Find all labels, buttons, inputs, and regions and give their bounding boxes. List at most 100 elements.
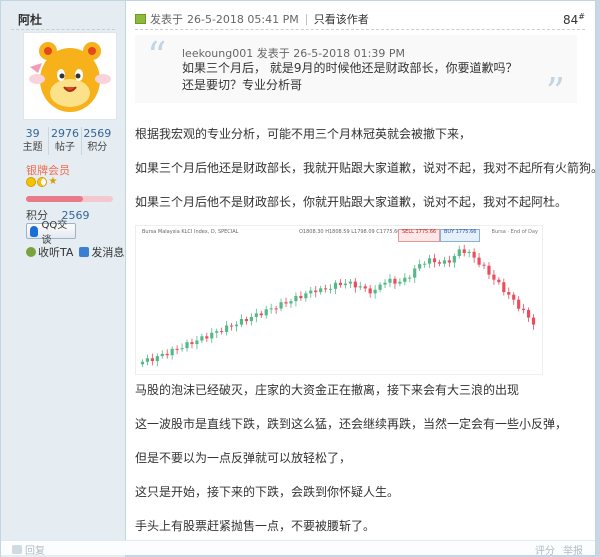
candle-body xyxy=(467,251,471,253)
candle-body xyxy=(487,265,491,275)
candle-body xyxy=(403,277,407,282)
follow-label: 收听TA xyxy=(38,246,74,259)
report-button[interactable]: 举报 xyxy=(563,542,583,557)
candle-body xyxy=(314,290,318,293)
post-paragraph: 但是不要以为一点反弹就可以放轻松了， xyxy=(135,451,352,465)
stock-chart-image[interactable]: Bursa Malaysia KLCI Index, D, SPECIAL O1… xyxy=(135,225,543,375)
candle-body xyxy=(239,319,244,325)
sell-label: SELL xyxy=(402,229,414,235)
qq-chat-label: QQ交谈 xyxy=(41,220,68,246)
candle-body xyxy=(452,256,456,263)
divider xyxy=(305,13,307,25)
candle-body xyxy=(165,353,169,356)
rate-button[interactable]: 评分 xyxy=(535,542,555,557)
candle-body xyxy=(289,301,293,304)
candle-body xyxy=(195,340,199,345)
buy-box[interactable]: BUY 1775.66 xyxy=(440,229,481,242)
candle-body xyxy=(304,293,308,299)
stat-label: 帖子 xyxy=(54,142,75,153)
candle-body xyxy=(145,358,150,362)
posted-time: 26-5-2018 05:41 PM xyxy=(187,12,299,26)
candle-body xyxy=(180,348,184,350)
post-paragraph: 如果三个月后他还是财政部长，我就开贴跟大家道歉，说对不起，我对不起所有火箭狗。 xyxy=(135,161,600,175)
candle-body xyxy=(309,290,313,294)
quote-text: 如果三个月后， 就是9月的时候他还是财政部长，你要道歉吗？ 还是要切？专业分析哥 xyxy=(182,61,518,92)
floor-number[interactable]: 84# xyxy=(563,12,585,27)
open-quote-icon: “ xyxy=(147,34,167,78)
candle-body xyxy=(482,264,486,266)
stat-posts[interactable]: 2976 帖子 xyxy=(48,127,80,155)
floor-value: 84 xyxy=(563,12,579,27)
sun-rank-icon xyxy=(26,177,36,187)
stat-label: 主题 xyxy=(22,142,43,153)
candle-body xyxy=(279,302,283,309)
candle-body xyxy=(507,292,511,295)
sell-box[interactable]: SELL 1775.66 xyxy=(398,229,441,242)
candle-body xyxy=(249,316,253,322)
candle-body xyxy=(418,264,422,269)
candle-body xyxy=(447,260,451,263)
author-only-link[interactable]: 只看该作者 xyxy=(314,11,369,27)
post-header: 发表于 26-5-2018 05:41 PM 只看该作者 84# xyxy=(135,10,585,28)
buy-price: 1775.66 xyxy=(455,229,477,235)
candle-body xyxy=(353,281,357,288)
qq-penguin-avatar-icon xyxy=(29,42,111,112)
candle-body xyxy=(299,295,303,299)
username[interactable]: 阿杜 xyxy=(18,11,42,28)
candle-body xyxy=(140,361,145,365)
sell-price: 1775.66 xyxy=(415,229,437,235)
quote-posted-time: 26-5-2018 01:39 PM xyxy=(293,47,405,60)
candle-body xyxy=(531,317,536,325)
user-stats: 39 主题 2976 帖子 2569 积分 xyxy=(17,127,113,155)
post-paragraph: 这一波股市是直线下跌，跌到这么猛，还会继续再跌，当然一定会有一些小反弹， xyxy=(135,417,568,431)
candle-body xyxy=(319,288,323,293)
candle-body xyxy=(338,282,343,286)
candle-body xyxy=(368,288,372,294)
stat-topics[interactable]: 39 主题 xyxy=(17,127,48,155)
candle-body xyxy=(190,342,194,345)
stat-credits[interactable]: 2569 积分 xyxy=(80,127,113,155)
candle-body xyxy=(512,294,516,300)
candle-body xyxy=(170,348,174,356)
message-label: 发消息 xyxy=(91,246,125,259)
star-rank-icon: ★ xyxy=(48,176,58,187)
stat-label: 积分 xyxy=(87,142,108,153)
quote-posted-prefix: 发表于 xyxy=(256,47,290,60)
stat-value: 2569 xyxy=(83,127,112,140)
candle-body xyxy=(324,288,328,290)
candle-body xyxy=(205,336,209,339)
quote-block: “ leekoung001 发表于 26-5-2018 01:39 PM 如果三… xyxy=(135,34,577,111)
follow-button[interactable]: 收听TA xyxy=(26,244,73,260)
close-quote-icon: ” xyxy=(545,70,565,114)
candle-body xyxy=(437,262,442,264)
reply-label: 回复 xyxy=(25,546,45,557)
footer-actions: 评分 举报 xyxy=(535,542,583,557)
qq-chat-button[interactable]: QQ交谈 xyxy=(26,220,76,246)
post-paragraph: 手头上有股票赶紧抛售一点，不要被腰斩了。 xyxy=(135,519,376,533)
divider xyxy=(11,29,115,30)
candle-body xyxy=(294,295,298,302)
post-paragraph: 如果三个月后他不是财政部长，你就开贴跟大家道歉，说对不起，我对不起阿杜。 xyxy=(135,195,568,209)
candle-body xyxy=(388,278,392,283)
send-message-button[interactable]: 发消息 xyxy=(79,244,124,260)
forum-post: 阿杜 39 主题 2976 帖子 2569 积分 银牌会员 ★ 积分 2569 … xyxy=(0,0,600,557)
candle-body xyxy=(160,353,164,357)
candle-body xyxy=(492,274,496,280)
reply-button[interactable]: 回复 xyxy=(12,542,45,557)
candle-body xyxy=(269,308,273,310)
qq-icon xyxy=(30,225,39,237)
candle-body xyxy=(155,356,159,362)
divider xyxy=(135,29,585,30)
candle-body xyxy=(225,325,229,332)
quote-meta: leekoung001 发表于 26-5-2018 01:39 PM xyxy=(182,45,405,61)
avatar[interactable] xyxy=(23,32,117,120)
posted-prefix: 发表于 xyxy=(150,13,183,26)
candle-body xyxy=(200,336,204,341)
candle-body xyxy=(497,279,501,283)
candle-body xyxy=(462,249,466,253)
candle-body xyxy=(477,257,481,265)
chart-title: Bursa Malaysia KLCI Index, D, SPECIAL xyxy=(142,229,239,235)
follow-icon xyxy=(26,247,36,257)
user-group[interactable]: 银牌会员 xyxy=(26,162,70,178)
candle-body xyxy=(210,332,214,339)
